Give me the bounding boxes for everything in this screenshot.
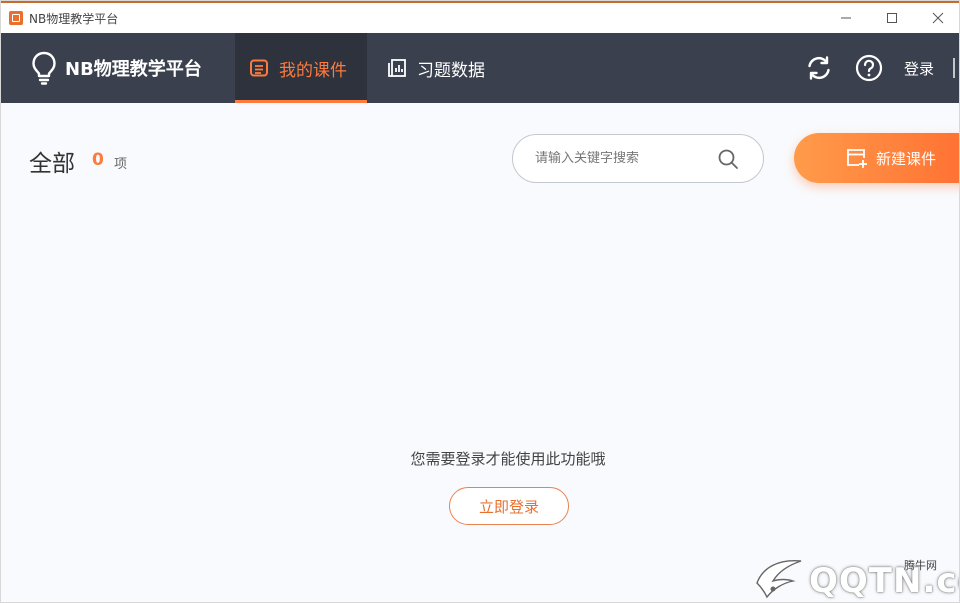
brand: NB物理教学平台 [31,33,202,103]
maximize-icon [887,13,897,23]
tab-exercise-data[interactable]: 习题数据 [373,33,505,103]
close-icon [932,12,944,24]
search-box [512,134,764,183]
new-courseware-label: 新建课件 [876,149,937,168]
page-title: 全部 [29,151,75,177]
search-icon[interactable] [717,148,739,170]
brand-name: NB物理教学平台 [65,59,202,80]
window-controls [823,3,959,33]
item-count: 0 [92,150,104,170]
close-button[interactable] [915,3,959,33]
courseware-icon [250,59,268,77]
tab-my-courseware[interactable]: 我的课件 [235,33,367,103]
minimize-icon [841,17,851,19]
app-logo-icon [9,11,23,25]
app-window: NB物理教学平台 NB物理教学平台 我的课件 习题数据 登录 全部 0 项 请输… [0,0,960,603]
item-count-unit: 项 [114,157,128,172]
title-bar: NB物理教学平台 [1,1,959,33]
lightbulb-icon [32,51,56,85]
refresh-icon[interactable] [805,54,833,82]
minimize-button[interactable] [823,3,869,33]
data-icon [388,59,406,77]
login-now-button[interactable]: 立即登录 [449,487,569,525]
tab-label: 习题数据 [417,60,485,81]
register-link-partial[interactable] [953,58,959,78]
empty-state-message: 您需要登录才能使用此功能哦 [410,450,606,468]
add-file-icon [847,149,867,168]
help-icon[interactable] [855,54,883,82]
maximize-button[interactable] [869,3,915,33]
tab-label: 我的课件 [279,60,347,81]
watermark: QQTN.com 腾牛网 [749,549,959,602]
qqtn-logo-icon [756,560,802,599]
top-nav: NB物理教学平台 我的课件 习题数据 登录 [1,33,959,103]
login-link[interactable]: 登录 [904,58,934,79]
watermark-small-text: 腾牛网 [904,559,937,572]
watermark-text: QQTN.com [809,561,959,601]
new-courseware-button[interactable]: 新建课件 [794,133,959,183]
window-title: NB物理教学平台 [29,11,119,26]
search-input[interactable] [535,151,715,166]
